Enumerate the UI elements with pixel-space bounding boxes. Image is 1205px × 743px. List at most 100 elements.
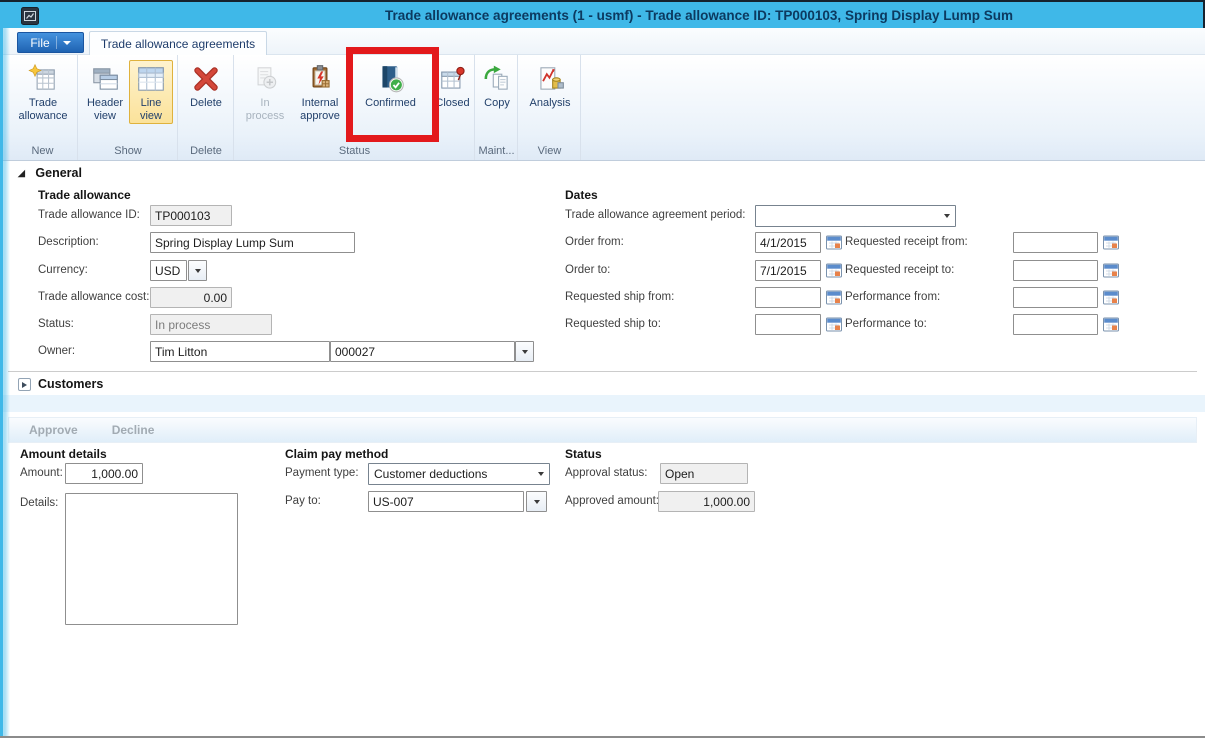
general-section-header[interactable]: ◢ General	[18, 166, 82, 180]
customers-section-header[interactable]: Customers	[38, 377, 103, 391]
chevron-down-icon[interactable]	[532, 464, 549, 484]
currency-field[interactable]	[150, 260, 187, 281]
payment-type-label: Payment type:	[285, 467, 359, 479]
trade-allowance-cost-field	[150, 287, 232, 308]
chevron-down-icon	[195, 269, 201, 273]
line-view-button[interactable]: Line view	[129, 60, 173, 124]
chevron-down-icon[interactable]	[938, 206, 955, 226]
approve-button[interactable]: Approve	[29, 423, 78, 437]
decline-button[interactable]: Decline	[112, 423, 155, 437]
line-action-toolbar: Approve Decline	[8, 417, 1197, 443]
currency-dropdown-button[interactable]	[188, 260, 207, 281]
performance-from-calendar-icon[interactable]	[1103, 290, 1119, 305]
requested-receipt-to-field[interactable]	[1013, 260, 1098, 281]
agreement-period-combo[interactable]	[755, 205, 956, 227]
ribbon-tab-row: File Trade allowance agreements	[0, 28, 1205, 55]
performance-to-field[interactable]	[1013, 314, 1098, 335]
dates-subheading: Dates	[565, 188, 598, 202]
ribbon-group-view: Analysis View	[519, 55, 581, 160]
section-collapsed-icon[interactable]	[18, 378, 31, 391]
description-field[interactable]	[150, 232, 355, 253]
pay-to-field[interactable]	[368, 491, 524, 512]
performance-from-field[interactable]	[1013, 287, 1098, 308]
line-view-icon	[135, 63, 167, 95]
in-process-button-label: In process	[242, 97, 288, 123]
description-label: Description:	[38, 236, 99, 248]
internal-approve-icon	[304, 63, 336, 95]
pay-to-dropdown-button[interactable]	[526, 491, 547, 512]
file-menu-label: File	[30, 36, 49, 50]
closed-icon	[437, 63, 469, 95]
ribbon-group-new-label: New	[8, 145, 77, 157]
trade-allowance-cost-label: Trade allowance cost:	[38, 291, 149, 303]
ribbon-group-new: Trade allowance New	[8, 55, 78, 160]
agreement-period-label: Trade allowance agreement period:	[565, 209, 746, 221]
internal-approve-button[interactable]: Internal approve	[292, 60, 348, 124]
file-menu-divider	[56, 36, 57, 49]
requested-ship-to-calendar-icon[interactable]	[826, 317, 842, 332]
delete-button-label: Delete	[190, 97, 222, 110]
requested-receipt-from-calendar-icon[interactable]	[1103, 235, 1119, 250]
requested-receipt-to-calendar-icon[interactable]	[1103, 263, 1119, 278]
delete-button[interactable]: Delete	[184, 60, 228, 111]
amount-field[interactable]	[65, 463, 143, 484]
file-menu-button[interactable]: File	[17, 32, 84, 53]
line-status-heading: Status	[565, 447, 602, 461]
ribbon-group-delete: Delete Delete	[179, 55, 234, 160]
approved-amount-field	[658, 491, 755, 512]
owner-dropdown-button[interactable]	[515, 341, 534, 362]
owner-label: Owner:	[38, 345, 75, 357]
section-divider	[8, 371, 1197, 372]
header-view-button[interactable]: Header view	[83, 60, 127, 124]
details-textarea[interactable]	[65, 493, 238, 625]
window-bottom-border	[0, 736, 1205, 738]
amount-details-heading: Amount details	[20, 447, 107, 461]
order-from-field[interactable]	[755, 232, 821, 253]
ribbon: Trade allowance New Header view Line vie…	[0, 55, 1205, 161]
requested-ship-from-field[interactable]	[755, 287, 821, 308]
delete-icon	[190, 63, 222, 95]
amount-label: Amount:	[20, 467, 63, 479]
trade-allowance-button[interactable]: Trade allowance	[17, 60, 69, 124]
app-icon	[21, 7, 39, 25]
owner-code-field[interactable]	[330, 341, 515, 362]
confirmed-highlight-annotation	[346, 47, 439, 142]
chevron-down-icon	[534, 500, 540, 504]
performance-to-label: Performance to:	[845, 318, 927, 330]
titlebar: Trade allowance agreements (1 - usmf) - …	[0, 0, 1205, 28]
internal-approve-button-label: Internal approve	[293, 97, 347, 123]
payment-type-combo[interactable]: Customer deductions	[368, 463, 550, 485]
order-to-field[interactable]	[755, 260, 821, 281]
approved-amount-label: Approved amount:	[565, 495, 659, 507]
app-window: Trade allowance agreements (1 - usmf) - …	[0, 0, 1205, 743]
requested-receipt-from-field[interactable]	[1013, 232, 1098, 253]
header-view-button-label: Header view	[84, 97, 126, 123]
analysis-button[interactable]: Analysis	[527, 60, 573, 111]
customers-section-band	[0, 395, 1205, 412]
requested-ship-to-label: Requested ship to:	[565, 318, 661, 330]
copy-button[interactable]: Copy	[479, 60, 515, 111]
order-to-calendar-icon[interactable]	[826, 263, 842, 278]
requested-ship-from-label: Requested ship from:	[565, 291, 674, 303]
approval-status-label: Approval status:	[565, 467, 647, 479]
new-trade-allowance-icon	[27, 63, 59, 95]
tab-trade-allowance-agreements[interactable]: Trade allowance agreements	[89, 31, 267, 56]
requested-receipt-to-label: Requested receipt to:	[845, 264, 954, 276]
chevron-down-icon	[522, 350, 528, 354]
copy-icon	[481, 63, 513, 95]
performance-to-calendar-icon[interactable]	[1103, 317, 1119, 332]
owner-name-field[interactable]	[150, 341, 330, 362]
in-process-button[interactable]: In process	[241, 60, 289, 124]
pay-to-label: Pay to:	[285, 495, 321, 507]
requested-ship-from-calendar-icon[interactable]	[826, 290, 842, 305]
in-process-icon	[249, 63, 281, 95]
requested-ship-to-field[interactable]	[755, 314, 821, 335]
order-from-calendar-icon[interactable]	[826, 235, 842, 250]
status-field	[150, 314, 272, 335]
general-section-label: General	[35, 166, 82, 180]
header-view-icon	[89, 63, 121, 95]
closed-button-label: Closed	[435, 97, 469, 110]
details-label: Details:	[20, 497, 58, 509]
order-from-label: Order from:	[565, 236, 624, 248]
ribbon-group-show-label: Show	[79, 145, 177, 157]
